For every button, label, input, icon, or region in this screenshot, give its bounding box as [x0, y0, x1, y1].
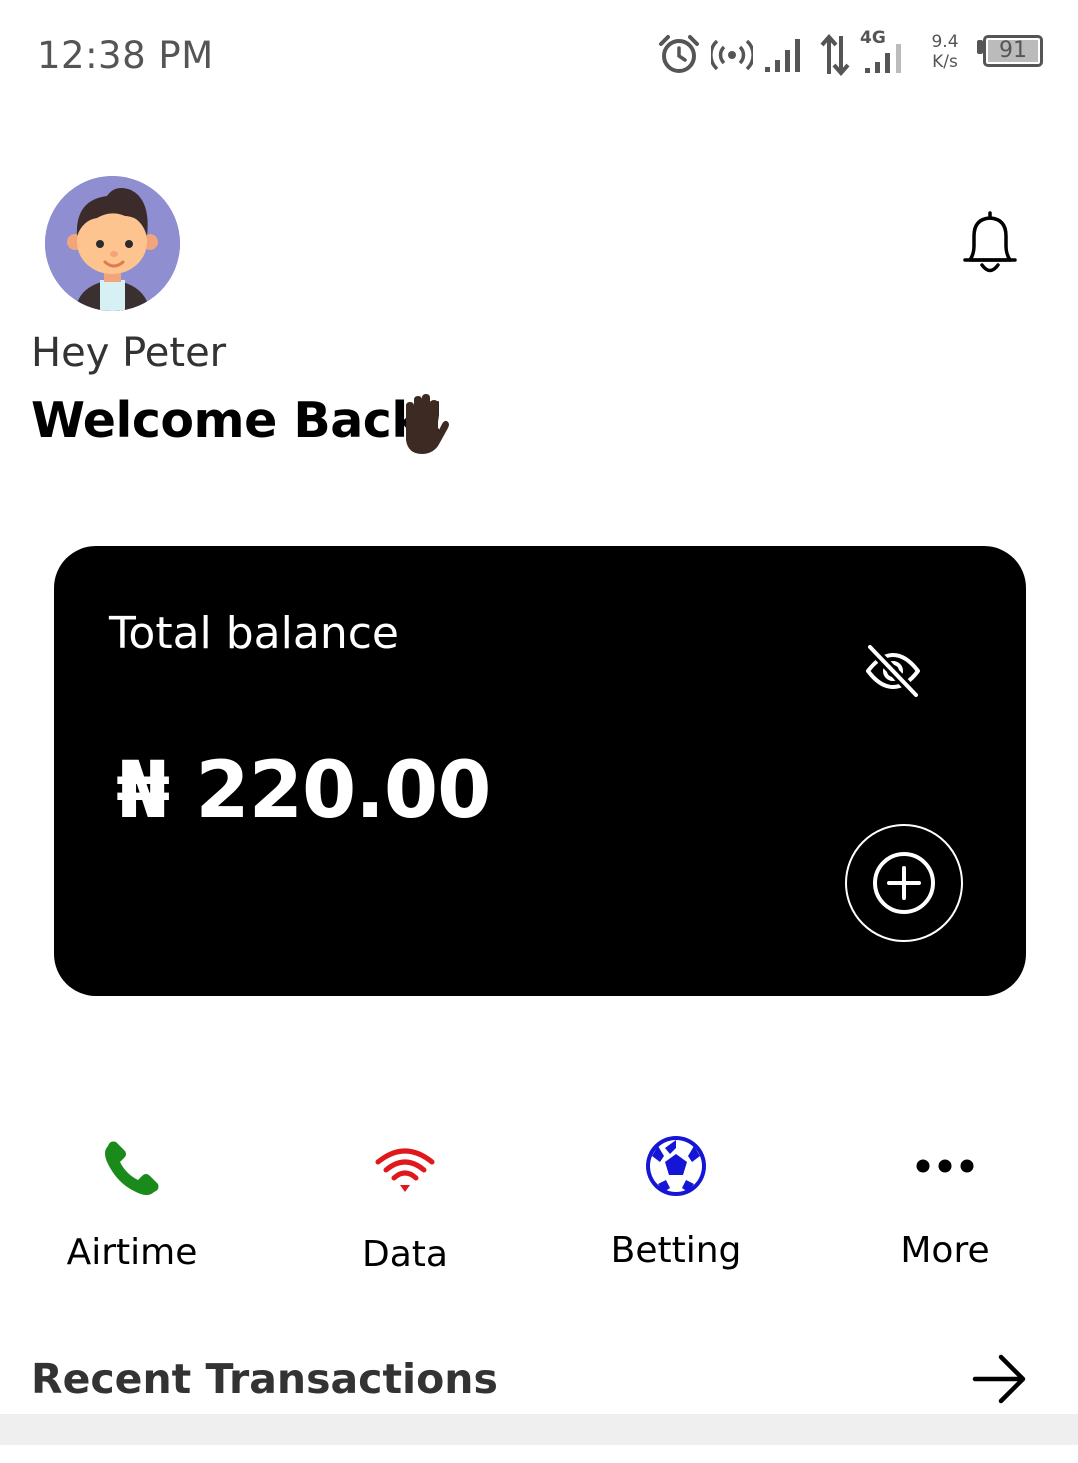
plus-circle-icon — [873, 852, 935, 914]
action-label-betting: Betting — [610, 1230, 742, 1271]
net-speed-unit: K/s — [932, 52, 958, 72]
add-funds-button[interactable] — [845, 824, 963, 942]
battery-level: 91 — [999, 38, 1027, 63]
phone-icon — [105, 1141, 159, 1195]
alarm-icon — [659, 35, 699, 73]
action-label-airtime: Airtime — [66, 1232, 198, 1273]
action-label-data: Data — [362, 1234, 448, 1275]
bell-icon[interactable] — [960, 210, 1020, 276]
net-speed-value: 9.4 — [931, 32, 959, 52]
wifi-icon — [375, 1148, 435, 1192]
action-label-more: More — [900, 1230, 990, 1271]
balance-amount: ₦ 220.00 — [116, 746, 491, 836]
hotspot-icon — [711, 39, 753, 71]
net-speed: 9.4 K/s — [925, 32, 965, 72]
signal-4g-icon — [865, 44, 901, 73]
battery-icon: 91 — [983, 35, 1043, 67]
eye-off-icon[interactable] — [862, 641, 924, 701]
signal-icon — [765, 39, 800, 72]
avatar-illustration — [45, 176, 180, 311]
more-icon — [916, 1159, 974, 1173]
action-more[interactable]: More — [835, 1128, 1055, 1288]
action-data[interactable]: Data — [295, 1128, 515, 1288]
welcome-title: Welcome Back! — [31, 392, 446, 449]
waving-hand-icon — [406, 394, 449, 454]
transactions-list-area — [0, 1414, 1078, 1445]
status-icons: 4G 9.4 K/s 91 — [655, 28, 1050, 80]
avatar[interactable] — [45, 176, 180, 311]
data-transfer-icon — [820, 34, 850, 76]
soccer-ball-icon — [646, 1136, 706, 1196]
action-airtime[interactable]: Airtime — [22, 1128, 242, 1288]
recent-transactions-title: Recent Transactions — [31, 1355, 498, 1403]
greeting-text: Hey Peter — [31, 330, 227, 376]
balance-card: Total balance ₦ 220.00 — [54, 546, 1026, 996]
action-betting[interactable]: Betting — [566, 1128, 786, 1288]
status-time: 12:38 PM — [37, 34, 214, 77]
arrow-right-icon[interactable] — [970, 1350, 1030, 1408]
balance-label: Total balance — [109, 608, 399, 659]
